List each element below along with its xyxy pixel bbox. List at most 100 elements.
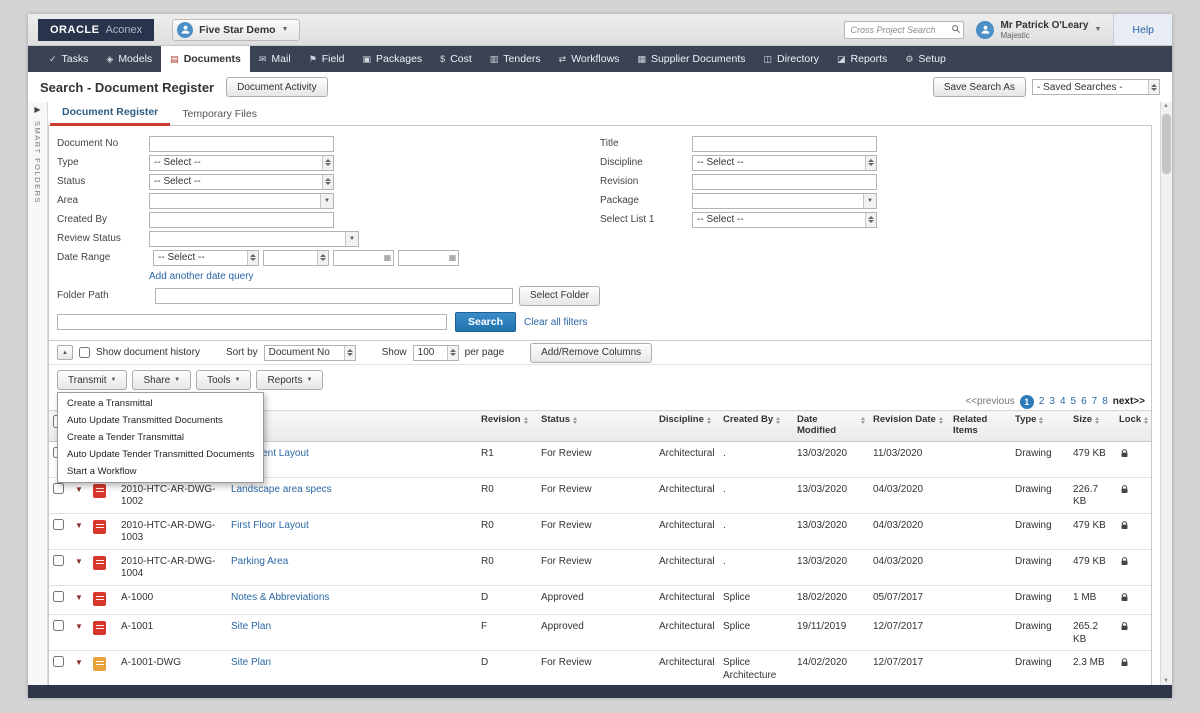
header-revision[interactable]: Revision	[477, 411, 537, 442]
pagination-next[interactable]: next>>	[1113, 396, 1145, 407]
row-checkbox[interactable]	[53, 620, 64, 631]
transmit-menu-item[interactable]: Auto Update Tender Transmitted Documents	[58, 446, 263, 463]
header-size[interactable]: Size	[1069, 411, 1115, 442]
search-button[interactable]: Search	[455, 312, 516, 332]
package-combo[interactable]: ▼	[692, 193, 877, 209]
date-range-operator-select[interactable]	[263, 250, 329, 266]
folder-path-input[interactable]	[155, 288, 513, 304]
lock-icon[interactable]	[1119, 559, 1130, 570]
add-date-query-link[interactable]: Add another date query	[149, 271, 254, 282]
nav-item[interactable]: ▤ Documents	[161, 46, 250, 72]
reports-button[interactable]: Reports▼	[256, 370, 323, 390]
nav-item[interactable]: ✓ Tasks	[40, 46, 97, 72]
row-expand-arrow-icon[interactable]: ▼	[75, 593, 83, 602]
lock-icon[interactable]	[1119, 487, 1130, 498]
lock-icon[interactable]	[1119, 595, 1130, 606]
cross-project-search-input[interactable]	[844, 21, 964, 39]
transmit-menu-item[interactable]: Create a Tender Transmittal	[58, 429, 263, 446]
lock-icon[interactable]	[1119, 451, 1130, 462]
row-expand-arrow-icon[interactable]: ▼	[75, 485, 83, 494]
lock-icon[interactable]	[1119, 660, 1130, 671]
document-link[interactable]: Notes & Abbreviations	[231, 592, 329, 603]
transmit-menu-item[interactable]: Start a Workflow	[58, 463, 263, 480]
keyword-search-input[interactable]	[57, 314, 447, 330]
pagination-page[interactable]: 1	[1020, 395, 1034, 409]
transmit-menu-item[interactable]: Auto Update Transmitted Documents	[58, 412, 263, 429]
nav-item[interactable]: ▣ Packages	[354, 46, 432, 72]
document-link[interactable]: Parking Area	[231, 556, 288, 567]
row-checkbox[interactable]	[53, 555, 64, 566]
pagination-page[interactable]: 5	[1071, 396, 1077, 407]
tab-temporary-files[interactable]: Temporary Files	[170, 103, 269, 125]
pagination-page[interactable]: 8	[1102, 396, 1108, 407]
nav-item[interactable]: ◫ Directory	[755, 46, 829, 72]
share-button[interactable]: Share▼	[132, 370, 191, 390]
document-link[interactable]: Landscape area specs	[231, 484, 332, 495]
document-no-input[interactable]	[149, 136, 334, 152]
transmit-button[interactable]: Transmit▼	[57, 370, 127, 390]
save-search-as-button[interactable]: Save Search As	[933, 77, 1026, 97]
document-link[interactable]: First Floor Layout	[231, 520, 309, 531]
type-select[interactable]: -- Select --	[149, 155, 334, 171]
document-activity-button[interactable]: Document Activity	[226, 77, 327, 97]
pagination-page[interactable]: 2	[1039, 396, 1045, 407]
add-remove-columns-button[interactable]: Add/Remove Columns	[530, 343, 652, 363]
scrollbar-thumb[interactable]	[1162, 114, 1171, 174]
header-related-items[interactable]: Related Items	[949, 411, 1011, 442]
row-expand-arrow-icon[interactable]: ▼	[75, 557, 83, 566]
status-select[interactable]: -- Select --	[149, 174, 334, 190]
discipline-select[interactable]: -- Select --	[692, 155, 877, 171]
nav-item[interactable]: ▦ Supplier Documents	[628, 46, 754, 72]
document-link[interactable]: Site Plan	[231, 621, 271, 632]
created-by-input[interactable]	[149, 212, 334, 228]
user-menu[interactable]: Mr Patrick O'Leary Majestic ▼	[976, 20, 1101, 40]
pagination-page[interactable]: 3	[1049, 396, 1055, 407]
nav-item[interactable]: ⇄ Workflows	[550, 46, 629, 72]
lock-icon[interactable]	[1119, 624, 1130, 635]
tools-button[interactable]: Tools▼	[196, 370, 251, 390]
combo-dropdown-icon[interactable]: ▼	[320, 194, 333, 208]
show-document-history-checkbox[interactable]	[79, 347, 90, 358]
nav-item[interactable]: ◪ Reports	[828, 46, 896, 72]
transmit-menu-item[interactable]: Create a Transmittal	[58, 395, 263, 412]
combo-dropdown-icon[interactable]: ▼	[863, 194, 876, 208]
header-discipline[interactable]: Discipline	[655, 411, 719, 442]
select-folder-button[interactable]: Select Folder	[519, 286, 600, 306]
review-status-combo[interactable]: ▼	[149, 231, 359, 247]
pagination-previous[interactable]: <<previous	[965, 396, 1014, 407]
pagination-page[interactable]: 4	[1060, 396, 1066, 407]
nav-item[interactable]: $ Cost	[431, 46, 481, 72]
nav-item[interactable]: ◈ Models	[97, 46, 161, 72]
nav-item[interactable]: ✉ Mail	[250, 46, 300, 72]
saved-searches-select[interactable]: - Saved Searches -	[1032, 79, 1160, 95]
nav-item[interactable]: ⚑ Field	[300, 46, 354, 72]
row-expand-arrow-icon[interactable]: ▼	[75, 622, 83, 631]
document-link[interactable]: Site Plan	[231, 657, 271, 668]
scroll-up-icon[interactable]: ▲	[1163, 103, 1169, 109]
header-revision-date[interactable]: Revision Date	[869, 411, 949, 442]
tab-document-register[interactable]: Document Register	[50, 102, 170, 126]
nav-item[interactable]: ▥ Tenders	[481, 46, 550, 72]
row-expand-arrow-icon[interactable]: ▼	[75, 521, 83, 530]
row-checkbox[interactable]	[53, 519, 64, 530]
calendar-icon[interactable]: ▦	[382, 253, 393, 262]
sort-by-select[interactable]: Document No	[264, 345, 356, 361]
title-input[interactable]	[692, 136, 877, 152]
vertical-scrollbar[interactable]: ▲ ▼	[1160, 102, 1172, 685]
row-checkbox[interactable]	[53, 656, 64, 667]
header-type[interactable]: Type	[1011, 411, 1069, 442]
per-page-select[interactable]: 100	[413, 345, 459, 361]
clear-all-filters-link[interactable]: Clear all filters	[524, 317, 587, 328]
date-range-select[interactable]: -- Select --	[153, 250, 259, 266]
rail-expand-icon[interactable]: ▶	[34, 105, 40, 115]
combo-dropdown-icon[interactable]: ▼	[345, 232, 358, 246]
area-combo[interactable]: ▼	[149, 193, 334, 209]
header-lock[interactable]: Lock	[1115, 411, 1151, 442]
select-list-1-select[interactable]: -- Select --	[692, 212, 877, 228]
header-status[interactable]: Status	[537, 411, 655, 442]
header-created-by[interactable]: Created By	[719, 411, 793, 442]
header-date-modified[interactable]: Date Modified	[793, 411, 869, 442]
help-link[interactable]: Help	[1113, 14, 1172, 45]
nav-item[interactable]: ⚙ Setup	[896, 46, 955, 72]
lock-icon[interactable]	[1119, 523, 1130, 534]
